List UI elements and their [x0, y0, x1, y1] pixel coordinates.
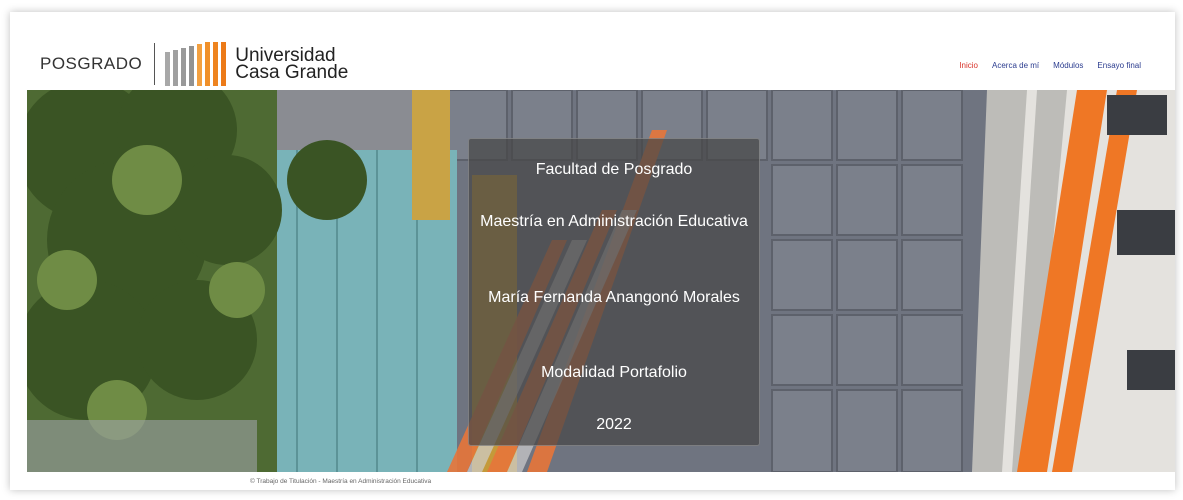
- university-name: Universidad Casa Grande: [235, 46, 349, 83]
- nav-item-inicio[interactable]: Inicio: [959, 61, 978, 70]
- nav-item-ensayo[interactable]: Ensayo final: [1097, 61, 1141, 70]
- main-nav: Inicio Acerca de mí Módulos Ensayo final: [959, 61, 1141, 70]
- brand-divider: [154, 43, 156, 85]
- brand[interactable]: POSGRADO Universidad Casa Grande: [40, 42, 348, 86]
- author-name: María Fernanda Anangonó Morales: [488, 289, 740, 306]
- faculty-title: Facultad de Posgrado: [535, 161, 693, 178]
- hero-banner: Facultad de Posgrado Maestría en Adminis…: [27, 90, 1175, 472]
- nav-item-acerca[interactable]: Acerca de mí: [992, 61, 1039, 70]
- university-logo-icon: [165, 42, 229, 86]
- hero-info-box: Facultad de Posgrado Maestría en Adminis…: [468, 138, 760, 446]
- modality-label: Modalidad Portafolio: [541, 364, 687, 381]
- university-name-line2: Casa Grande: [235, 62, 349, 83]
- nav-item-modulos[interactable]: Módulos: [1053, 61, 1083, 70]
- program-title: Maestría en Administración Educativa: [480, 213, 748, 230]
- page-frame: POSGRADO Universidad Casa Grande Inicio …: [10, 12, 1175, 490]
- posgrado-label: POSGRADO: [40, 54, 143, 73]
- year-label: 2022: [596, 416, 632, 433]
- site-header: POSGRADO Universidad Casa Grande Inicio …: [10, 12, 1175, 90]
- footer-copyright: © Trabajo de Titulación - Maestría en Ad…: [250, 478, 432, 485]
